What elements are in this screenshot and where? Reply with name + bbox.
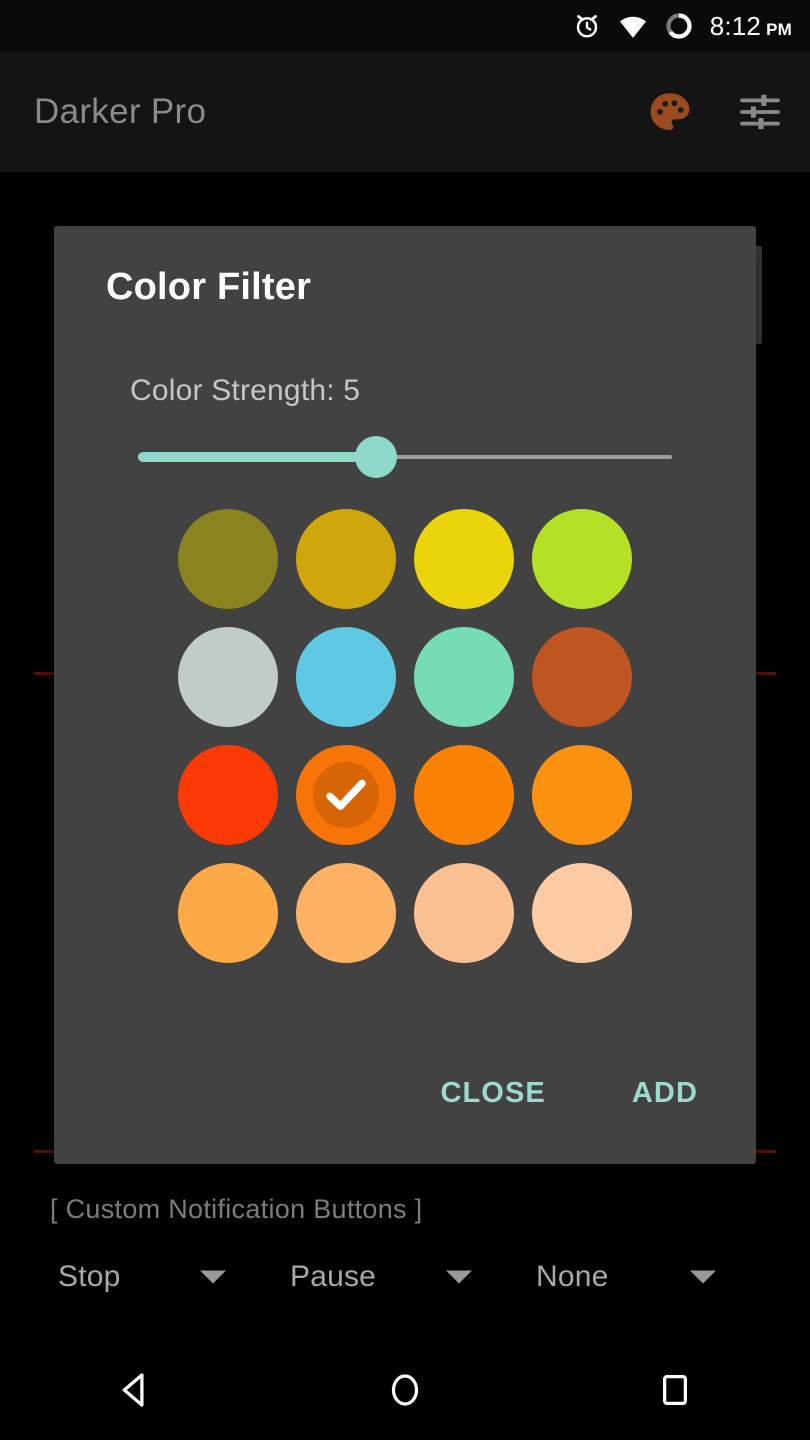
color-swatch[interactable] <box>178 745 278 845</box>
home-icon[interactable] <box>345 1367 465 1413</box>
chevron-down-icon <box>446 1270 472 1284</box>
battery-circle-icon <box>664 11 694 41</box>
color-swatch[interactable] <box>178 627 278 727</box>
chevron-down-icon <box>690 1270 716 1284</box>
navigation-bar <box>0 1340 810 1440</box>
status-bar: 8:12 PM <box>0 0 810 52</box>
color-strength-slider[interactable] <box>138 434 672 482</box>
close-button[interactable]: CLOSE <box>422 1063 563 1124</box>
dropdown-value: Pause <box>290 1260 377 1293</box>
color-swatch[interactable] <box>532 745 632 845</box>
clock-ampm: PM <box>766 19 792 39</box>
dropdown-value: None <box>536 1260 609 1293</box>
clock-time: 8:12 <box>709 10 762 41</box>
color-swatch[interactable] <box>414 509 514 609</box>
color-swatch[interactable] <box>296 627 396 727</box>
color-swatch[interactable] <box>296 863 396 963</box>
color-swatch[interactable] <box>414 863 514 963</box>
color-strength-label: Color Strength: 5 <box>130 374 361 407</box>
dropdown-none[interactable]: None <box>494 1250 744 1304</box>
color-swatch-selected[interactable] <box>296 745 396 845</box>
chevron-down-icon <box>200 1270 226 1284</box>
color-filter-dialog: Color Filter Color Strength: 5 CLOSE ADD <box>54 226 756 1164</box>
phone-screen: 8:12 PM Darker Pro [Custom Notification… <box>0 0 810 1440</box>
color-swatch-grid <box>178 509 632 963</box>
color-swatch[interactable] <box>296 509 396 609</box>
color-swatch[interactable] <box>178 863 278 963</box>
dropdown-value: Stop <box>58 1260 121 1293</box>
wifi-icon <box>617 11 649 41</box>
recents-icon[interactable] <box>615 1367 735 1413</box>
dialog-title: Color Filter <box>106 266 312 308</box>
tune-icon[interactable] <box>736 88 784 136</box>
color-swatch[interactable] <box>414 745 514 845</box>
app-bar: Darker Pro <box>0 52 810 172</box>
add-button[interactable]: ADD <box>614 1063 716 1124</box>
color-swatch[interactable] <box>532 627 632 727</box>
status-bar-clock: 8:12 PM <box>710 11 792 42</box>
color-swatch[interactable] <box>532 863 632 963</box>
slider-fill <box>138 452 376 462</box>
app-bar-actions <box>604 88 810 136</box>
palette-icon[interactable] <box>646 88 694 136</box>
color-swatch[interactable] <box>414 627 514 727</box>
check-icon <box>296 745 396 845</box>
back-icon[interactable] <box>75 1367 195 1413</box>
section-label: [ Custom Notification Buttons ] <box>50 1194 423 1224</box>
dialog-actions: CLOSE ADD <box>422 1063 716 1124</box>
page-title: Darker Pro <box>34 92 207 131</box>
notification-buttons-row: Stop Pause None <box>0 1250 810 1304</box>
alarm-icon <box>572 11 602 41</box>
dropdown-pause[interactable]: Pause <box>248 1250 494 1304</box>
dropdown-stop[interactable]: Stop <box>0 1250 248 1304</box>
slider-thumb[interactable] <box>354 436 397 478</box>
color-swatch[interactable] <box>532 509 632 609</box>
color-swatch[interactable] <box>178 509 278 609</box>
